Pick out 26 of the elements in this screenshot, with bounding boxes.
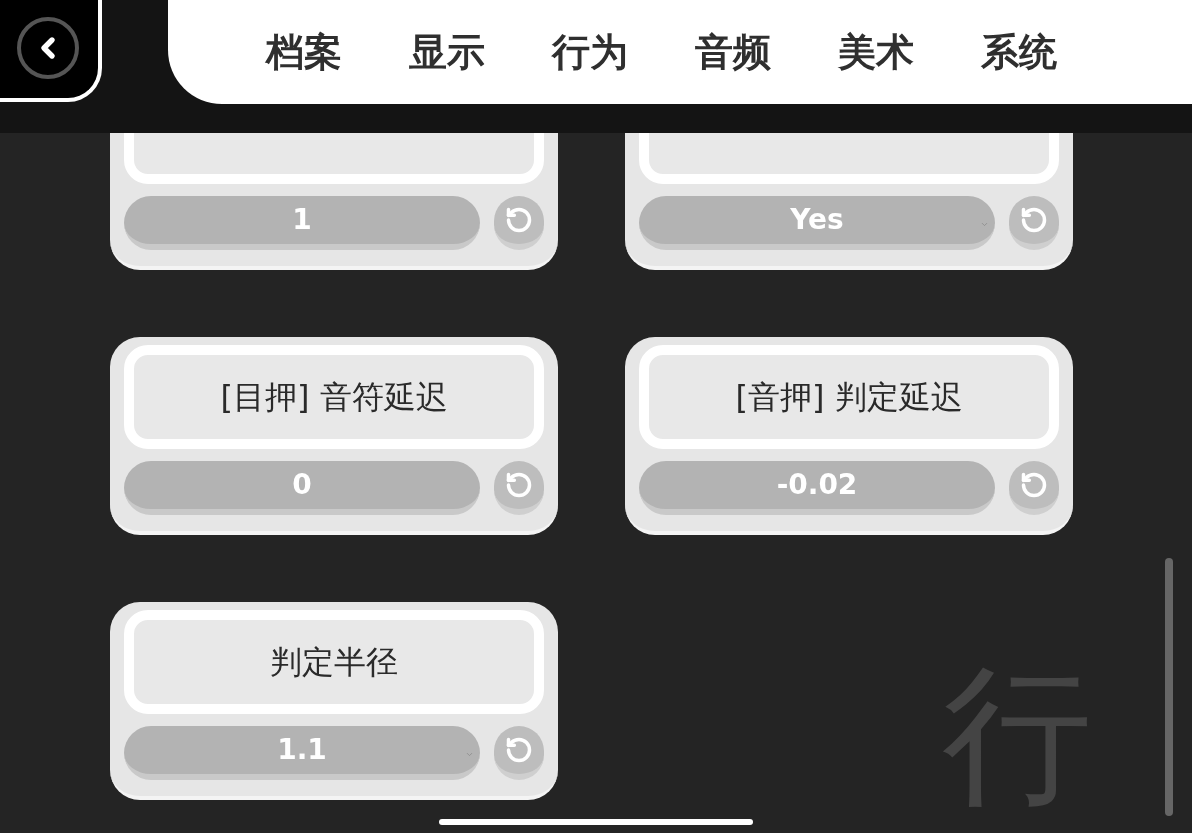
reset-icon — [1020, 471, 1048, 499]
tab[interactable]: 显示 — [409, 33, 485, 71]
reset-button[interactable] — [494, 461, 544, 515]
tab[interactable]: 音频 — [695, 33, 771, 71]
tab[interactable]: 档案 — [266, 33, 342, 71]
setting-title: [目押] 音符延迟 — [220, 377, 448, 418]
reset-button[interactable] — [1009, 461, 1059, 515]
setting-title: 判定半径 — [270, 642, 398, 683]
setting-value: Yes — [790, 202, 844, 238]
setting-value: -0.02 — [776, 467, 858, 503]
setting-value: 1 — [292, 202, 312, 238]
reset-icon — [1020, 206, 1048, 234]
caret-icon — [465, 750, 474, 759]
setting-value: 0 — [292, 467, 312, 503]
caret-icon — [980, 220, 989, 229]
setting-value: 1.1 — [277, 732, 327, 768]
setting-title: [音押] 判定延迟 — [735, 377, 963, 418]
reset-icon — [505, 736, 533, 764]
reset-button[interactable] — [1009, 196, 1059, 250]
tab[interactable]: 美术 — [838, 33, 914, 71]
reset-button[interactable] — [494, 726, 544, 780]
reset-button[interactable] — [494, 196, 544, 250]
tab[interactable]: 系统 — [981, 33, 1057, 71]
tab[interactable]: 行为 — [552, 33, 628, 71]
reset-icon — [505, 471, 533, 499]
reset-icon — [505, 206, 533, 234]
